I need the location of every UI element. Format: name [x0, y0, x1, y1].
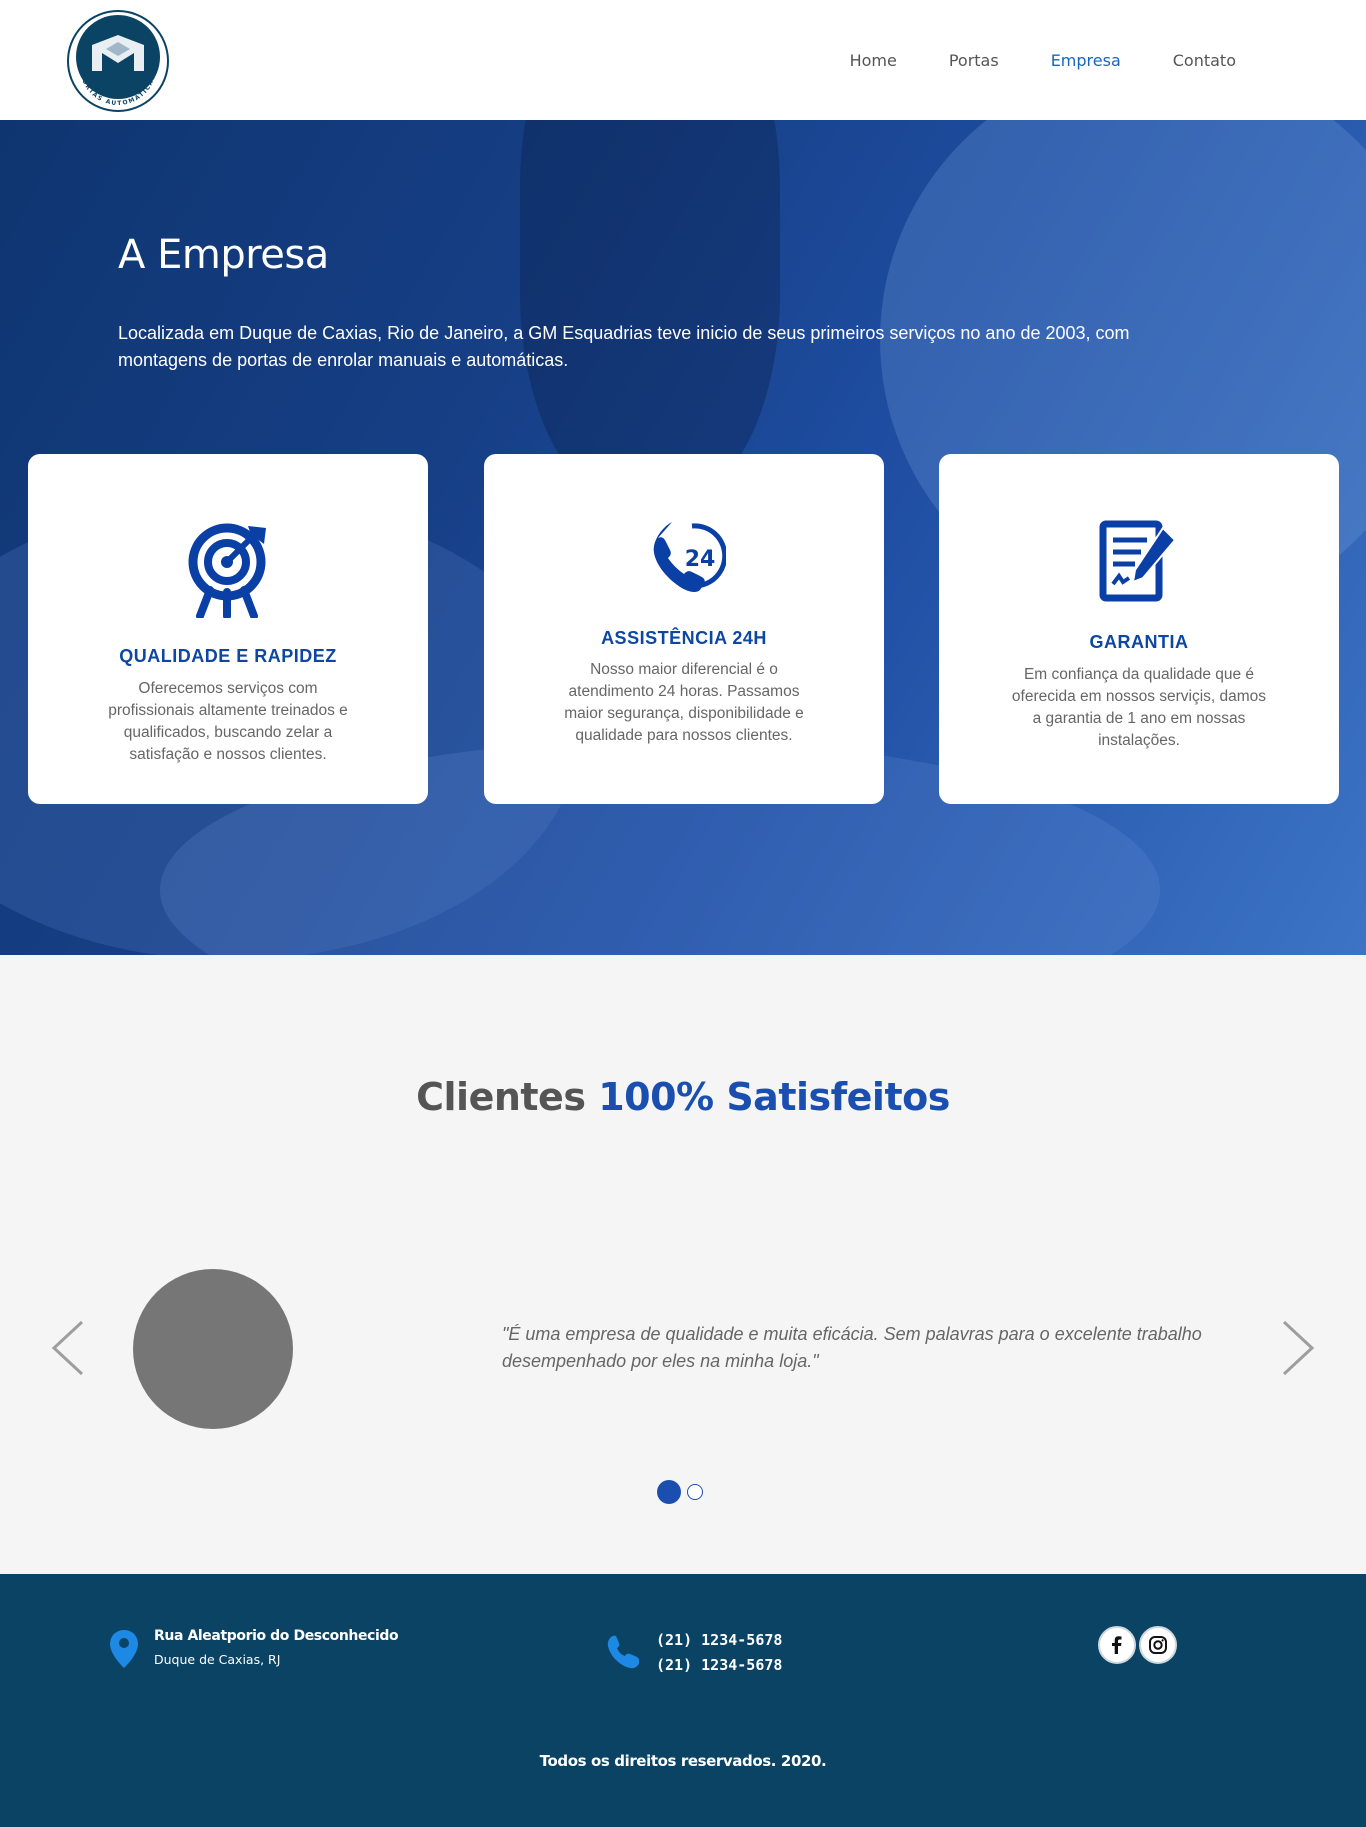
- chevron-right-icon: [1282, 1320, 1315, 1376]
- carousel-indicators: [657, 1480, 703, 1504]
- phone-number[interactable]: (21) 1234-5678: [656, 1653, 782, 1678]
- carousel-dot-1[interactable]: [657, 1480, 681, 1504]
- feature-title: ASSISTÊNCIA 24H: [601, 628, 767, 648]
- site-header: PORTAS AUTOMÁTICAS Home Portas Empresa C…: [0, 0, 1366, 120]
- company-description: Localizada em Duque de Caxias, Rio de Ja…: [118, 323, 1130, 370]
- feature-text: Em confiança da qualidade que é oferecid…: [1011, 666, 1267, 749]
- chevron-left-icon: [51, 1320, 84, 1376]
- nav-contato[interactable]: Contato: [1173, 51, 1236, 70]
- site-footer: Rua Aleatporio do Desconhecido Duque de …: [0, 1574, 1366, 1827]
- carousel-next-button[interactable]: [1278, 1318, 1318, 1378]
- phone-24h-icon: 24: [484, 516, 884, 596]
- social-links: [1098, 1626, 1177, 1664]
- hero-bg-blur: [520, 120, 780, 500]
- hero-section: A Empresa Localizada em Duque de Caxias,…: [0, 120, 1366, 955]
- copyright-text: Todos os direitos reservados. 2020.: [539, 1752, 827, 1770]
- nav-empresa[interactable]: Empresa: [1051, 51, 1121, 70]
- nav-home[interactable]: Home: [850, 51, 897, 70]
- company-logo[interactable]: PORTAS AUTOMÁTICAS: [66, 9, 170, 113]
- footer-phones: (21) 1234-5678 (21) 1234-5678: [606, 1628, 782, 1678]
- feature-text: Oferecemos serviços com profissionais al…: [108, 680, 348, 763]
- footer-address: Rua Aleatporio do Desconhecido Duque de …: [108, 1628, 399, 1670]
- facebook-button[interactable]: [1098, 1626, 1136, 1664]
- feature-text: Nosso maior diferencial é o atendimento …: [564, 661, 804, 744]
- map-pin-icon: [110, 1630, 138, 1668]
- address-city: Duque de Caxias, RJ: [154, 1652, 281, 1667]
- clients-heading-accent: 100% Satisfeitos: [598, 1075, 950, 1119]
- carousel-prev-button[interactable]: [48, 1318, 88, 1378]
- instagram-button[interactable]: [1139, 1626, 1177, 1664]
- svg-text:24: 24: [685, 547, 716, 572]
- page-title: A Empresa: [118, 232, 329, 278]
- client-avatar: [133, 1269, 293, 1429]
- clients-heading: Clientes 100% Satisfeitos: [0, 1075, 1366, 1119]
- main-nav: Home Portas Empresa Contato: [850, 0, 1236, 120]
- phone-number[interactable]: (21) 1234-5678: [656, 1628, 782, 1653]
- feature-card-assistance: 24 ASSISTÊNCIA 24H Nosso maior diferenci…: [484, 454, 884, 804]
- feature-title: QUALIDADE E RAPIDEZ: [119, 646, 337, 666]
- nav-portas[interactable]: Portas: [949, 51, 999, 70]
- feature-card-quality: QUALIDADE E RAPIDEZ Oferecemos serviços …: [28, 454, 428, 804]
- address-street: Rua Aleatporio do Desconhecido: [154, 1628, 399, 1644]
- target-icon: [28, 520, 428, 618]
- feature-card-warranty: GARANTIA Em confiança da qualidade que é…: [939, 454, 1339, 804]
- carousel-dot-2[interactable]: [687, 1484, 703, 1500]
- clients-heading-plain: Clientes: [416, 1075, 586, 1119]
- phone-icon: [607, 1635, 639, 1669]
- instagram-icon: [1149, 1636, 1167, 1654]
- facebook-icon: [1112, 1636, 1122, 1654]
- contract-signature-icon: [939, 520, 1339, 602]
- testimonial-quote: "É uma empresa de qualidade e muita efic…: [502, 1324, 1202, 1371]
- feature-title: GARANTIA: [1089, 632, 1189, 652]
